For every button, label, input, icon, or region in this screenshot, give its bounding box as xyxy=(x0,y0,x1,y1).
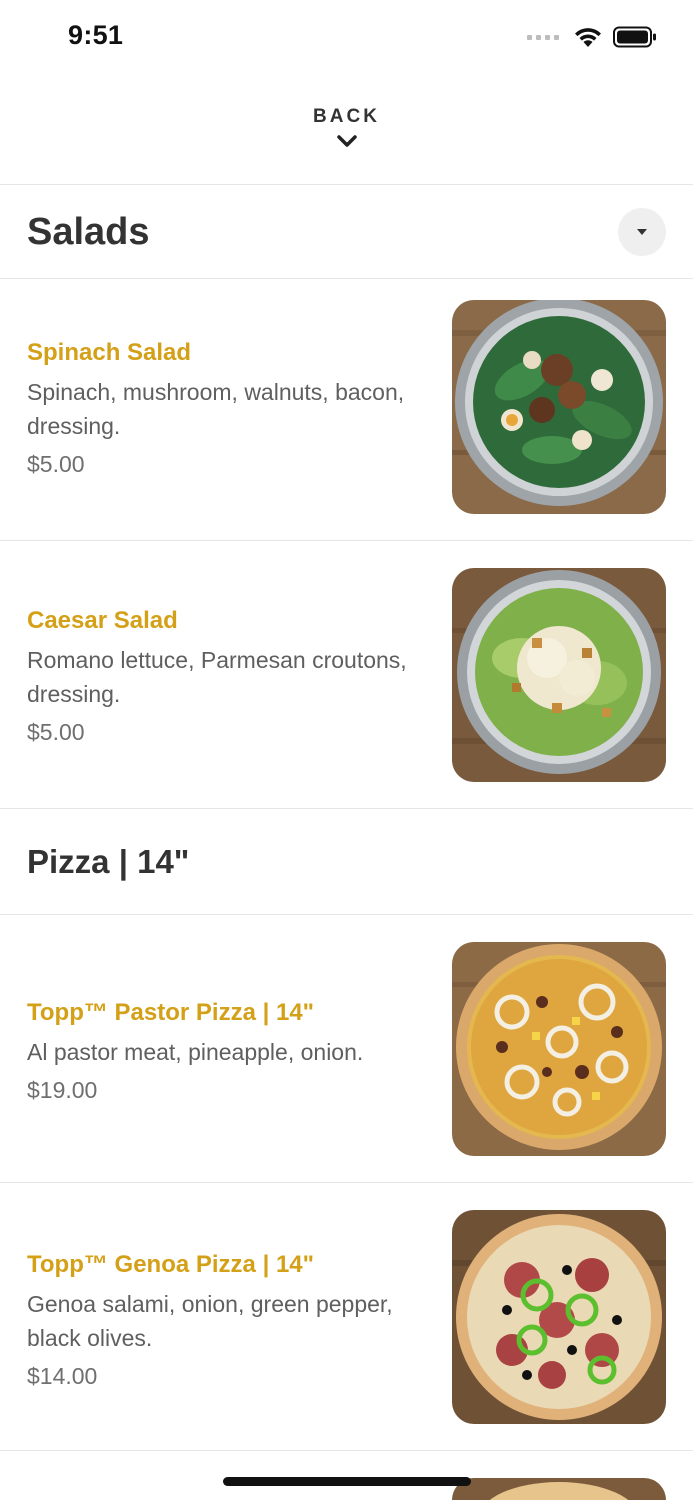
home-indicator[interactable] xyxy=(223,1477,471,1486)
category-title: Pizza | 14" xyxy=(27,842,190,880)
item-image-pastor-pizza xyxy=(452,942,666,1156)
menu-item-spinach-salad[interactable]: Spinach Salad Spinach, mushroom, walnuts… xyxy=(0,279,693,541)
category-collapse-button[interactable] xyxy=(618,208,666,256)
item-image-next xyxy=(452,1478,666,1500)
item-price: $5.00 xyxy=(27,451,85,477)
item-price: $19.00 xyxy=(27,1077,98,1103)
status-icons xyxy=(527,26,657,48)
item-text: Spinach Salad Spinach, mushroom, walnuts… xyxy=(27,339,427,478)
category-header-pizza: Pizza | 14" xyxy=(0,809,693,915)
cellular-signal-icon xyxy=(527,34,559,40)
item-name: Spinach Salad xyxy=(27,339,192,366)
menu-item-pastor-pizza[interactable]: Topp™ Pastor Pizza | 14" Al pastor meat,… xyxy=(0,915,693,1183)
item-description: Spinach, mushroom, walnuts, bacon, dress… xyxy=(27,379,405,439)
item-name: Topp™ Genoa Pizza | 14" xyxy=(27,1251,315,1278)
battery-icon xyxy=(613,26,656,48)
category-header-salads: Salads xyxy=(0,186,693,279)
item-image-spinach-salad xyxy=(452,300,666,514)
item-text: Topp™ Genoa Pizza | 14" Genoa salami, on… xyxy=(27,1251,427,1390)
item-description: Al pastor meat, pineapple, onion. xyxy=(27,1039,364,1065)
caret-down-icon xyxy=(637,229,647,235)
status-time: 9:51 xyxy=(68,20,124,50)
back-label: BACK xyxy=(313,106,380,127)
back-button[interactable]: BACK xyxy=(0,78,693,185)
item-description: Romano lettuce, Parmesan croutons, dress… xyxy=(27,647,407,707)
status-bar: 9:51 xyxy=(0,0,693,78)
menu-item-genoa-pizza[interactable]: Topp™ Genoa Pizza | 14" Genoa salami, on… xyxy=(0,1183,693,1451)
menu-screen: 9:51 BACK Salads Spinach Salad Spinach, … xyxy=(0,0,693,1500)
item-price: $14.00 xyxy=(27,1363,98,1389)
wifi-icon xyxy=(575,28,601,47)
item-price: $5.00 xyxy=(27,719,85,745)
item-image-caesar-salad xyxy=(452,568,666,782)
item-name: Caesar Salad xyxy=(27,607,178,634)
item-image-genoa-pizza xyxy=(452,1210,666,1424)
item-description: Genoa salami, onion, green pepper, black… xyxy=(27,1291,393,1351)
menu-item-caesar-salad[interactable]: Caesar Salad Romano lettuce, Parmesan cr… xyxy=(0,541,693,809)
item-text: Caesar Salad Romano lettuce, Parmesan cr… xyxy=(27,607,427,746)
category-title: Salads xyxy=(27,210,150,253)
chevron-down-icon xyxy=(336,135,357,147)
item-name: Topp™ Pastor Pizza | 14" xyxy=(27,999,315,1026)
item-text: Topp™ Pastor Pizza | 14" Al pastor meat,… xyxy=(27,999,427,1104)
